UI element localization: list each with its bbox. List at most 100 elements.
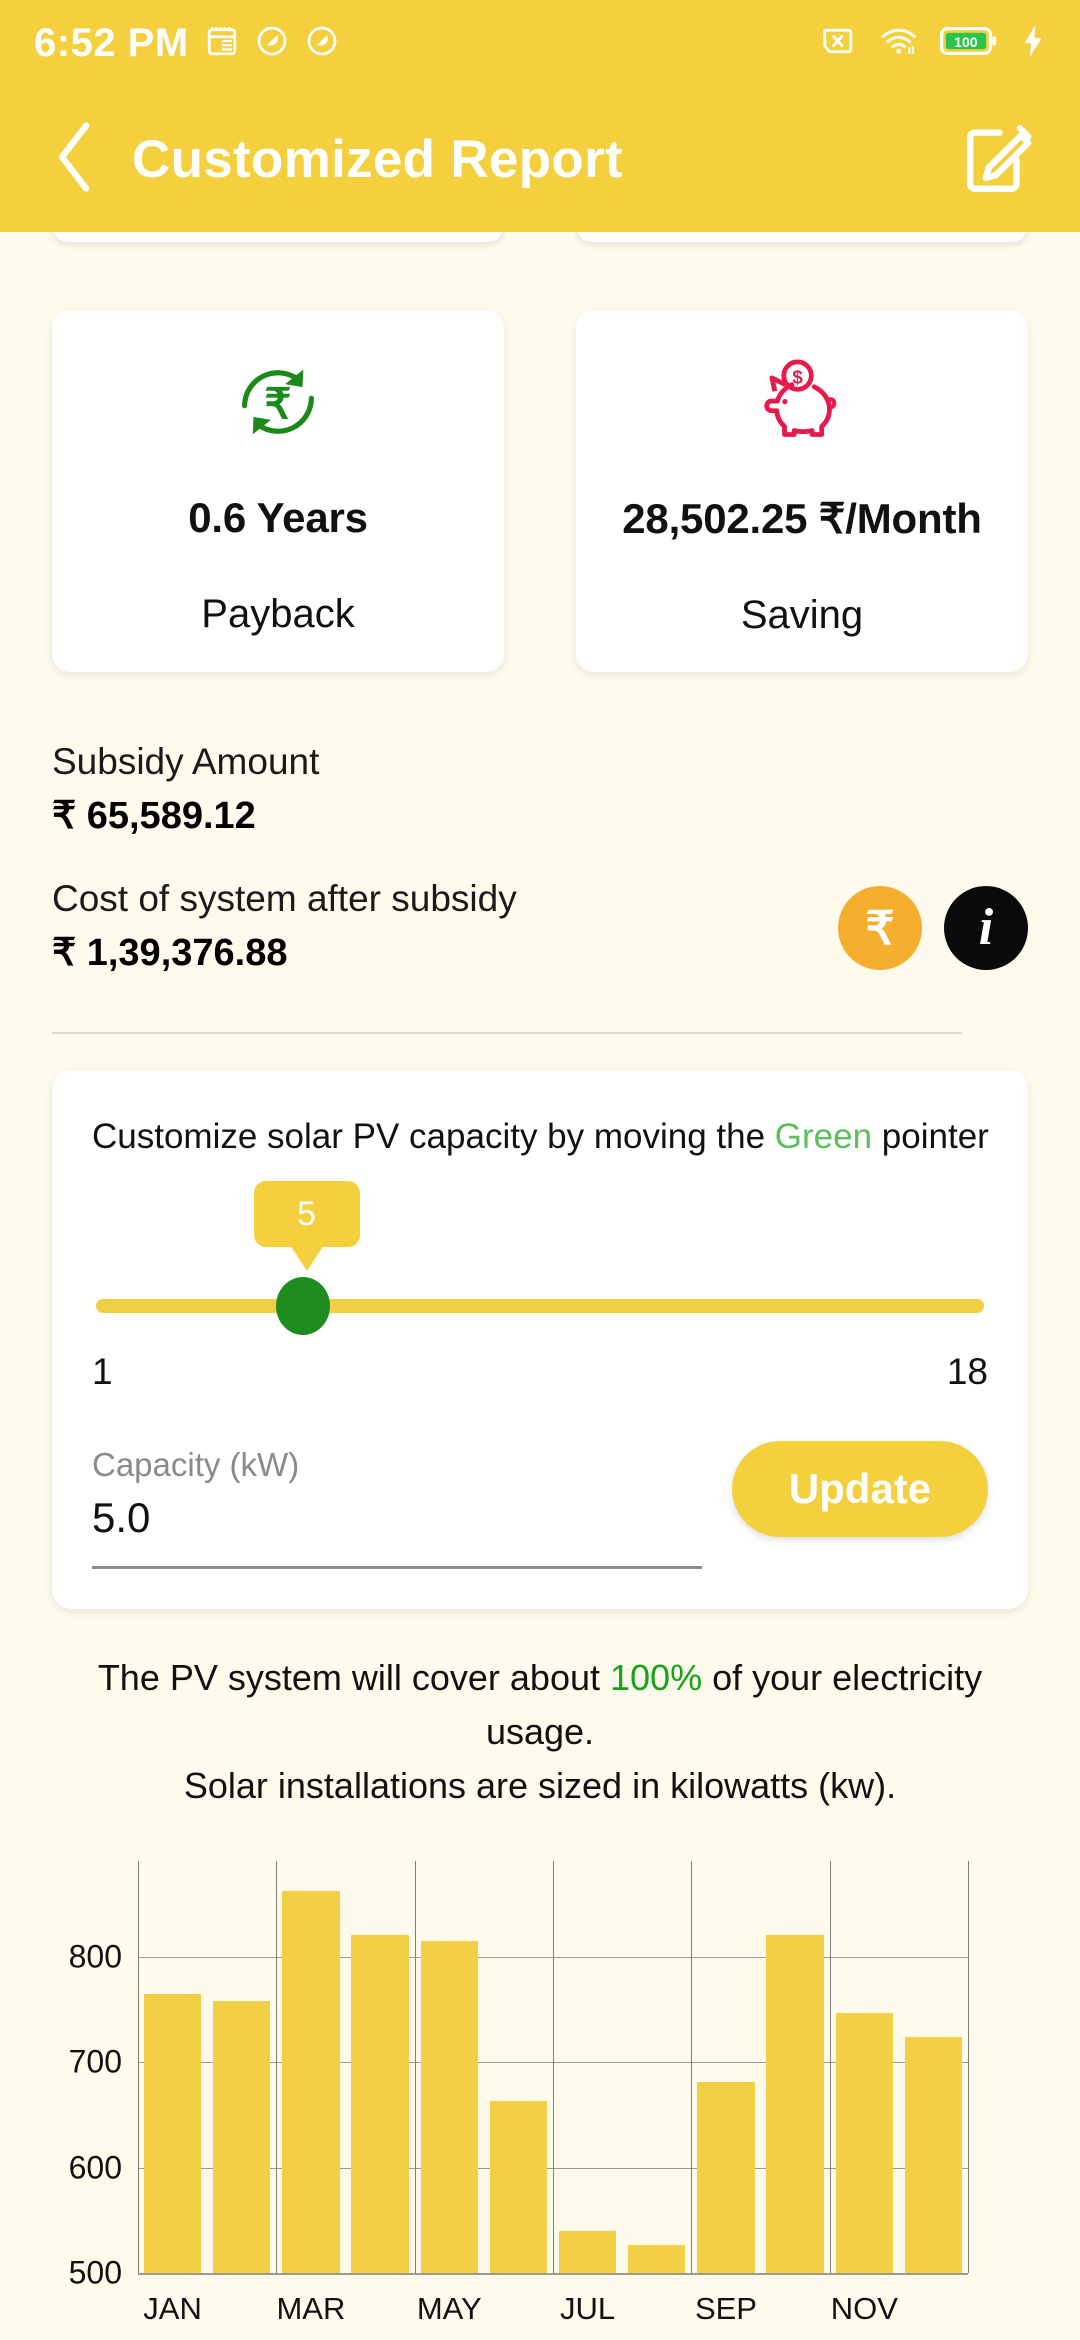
chart-bar-slot <box>138 1993 207 2274</box>
chart-y-tick-label: 800 <box>68 1938 122 1975</box>
app-bar: Customized Report <box>0 86 1080 232</box>
chart-bar <box>628 2244 686 2274</box>
chart-vertical-gridline <box>968 1861 969 2274</box>
section-divider <box>52 1031 962 1034</box>
subsidy-section: Subsidy Amount ₹ 65,589.12 Cost of syste… <box>0 672 1080 978</box>
subsidy-actions: ₹ i <box>838 885 1028 970</box>
slider-range-labels: 1 18 <box>92 1351 988 1393</box>
currency-refresh-icon: ₹ <box>226 348 330 456</box>
svg-text:100: 100 <box>954 33 978 49</box>
capacity-row: Capacity (kW) 5.0 Update <box>92 1441 988 1570</box>
capacity-slider[interactable]: 5 <box>92 1181 988 1357</box>
chart-x-tick-label: JUL <box>560 2291 616 2327</box>
chart-plot-area: 500 600 700 800 <box>69 1861 969 2291</box>
monthly-usage-chart: 500 600 700 800 JAN MAR MAY JUL SEP NOV <box>0 1861 1080 2331</box>
chart-x-tick-label <box>484 2273 553 2327</box>
summary-cards: ₹ 0.6 Years Payback $ 28,502.25 ₹/Month … <box>0 232 1080 672</box>
slider-hint: Customize solar PV capacity by moving th… <box>92 1114 989 1160</box>
do-not-disturb-icon <box>255 24 289 63</box>
subsidy-amount-value: ₹ 65,589.12 <box>52 794 256 837</box>
chart-x-tick-label: NOV <box>830 2291 898 2327</box>
chart-x-tick-label: JAN <box>143 2291 202 2327</box>
svg-text:₹: ₹ <box>264 381 291 429</box>
chart-bar-slot <box>691 2082 760 2274</box>
saving-value: 28,502.25 ₹/Month <box>622 495 982 542</box>
chart-x-tick-label <box>622 2273 691 2327</box>
status-bar-right: 100 <box>822 24 1046 63</box>
chart-bars <box>138 1861 968 2274</box>
coverage-line-1: The PV system will cover about 100% of y… <box>44 1651 1036 1759</box>
chart-x-tick-label <box>207 2273 276 2327</box>
coverage-percent: 100% <box>610 1657 703 1699</box>
payback-value: 0.6 Years <box>188 494 368 541</box>
slider-hint-prefix: Customize solar PV capacity by moving th… <box>92 1116 775 1156</box>
charging-bolt-icon <box>1020 24 1046 63</box>
slider-hint-highlight: Green <box>774 1116 873 1156</box>
status-bar-left: 6:52 PM <box>34 21 339 66</box>
subsidy-amount-label: Subsidy Amount <box>52 741 320 782</box>
chart-x-axis: JAN MAR MAY JUL SEP NOV <box>138 2273 968 2327</box>
chart-bar <box>766 1935 824 2274</box>
capacity-input[interactable]: Capacity (kW) 5.0 <box>92 1446 702 1570</box>
chart-bar-slot <box>415 1940 484 2274</box>
chart-bar-slot <box>761 1935 830 2274</box>
coverage-note: The PV system will cover about 100% of y… <box>0 1651 1080 1813</box>
battery-icon: 100 <box>940 25 998 62</box>
edit-report-button[interactable] <box>954 116 1040 202</box>
status-bar: 6:52 PM 100 <box>0 0 1080 86</box>
chart-bar-slot <box>553 2231 622 2274</box>
saving-label: Saving <box>740 593 864 637</box>
saving-card[interactable]: $ 28,502.25 ₹/Month Saving <box>576 310 1028 672</box>
chart-bar <box>489 2101 548 2274</box>
chart-x-tick-label: MAR <box>276 2291 346 2327</box>
chart-bar <box>351 1935 409 2274</box>
sim-card-off-icon <box>822 25 858 62</box>
chart-bar-slot <box>207 2000 276 2274</box>
chart-y-tick-label: 700 <box>68 2043 122 2080</box>
capacity-slider-card: Customize solar PV capacity by moving th… <box>52 1069 1028 1610</box>
chart-bar <box>904 2036 963 2274</box>
chart-y-tick-label: 500 <box>68 2254 122 2291</box>
chart-bar <box>697 2082 755 2274</box>
slider-min-label: 1 <box>92 1351 113 1393</box>
slider-hint-suffix: pointer <box>872 1116 989 1156</box>
slider-value-bubble: 5 <box>253 1181 360 1248</box>
chart-bar <box>835 2012 893 2274</box>
edit-pencil-icon <box>958 118 1036 201</box>
info-icon-button[interactable]: i <box>944 885 1028 970</box>
page-title: Customized Report <box>132 129 623 189</box>
chart-x-tick-label: SEP <box>694 2291 757 2327</box>
chart-bar-slot <box>484 2101 553 2274</box>
capacity-input-value: 5.0 <box>92 1494 151 1542</box>
coverage-prefix: The PV system will cover about <box>97 1657 611 1699</box>
payback-label: Payback <box>201 592 355 636</box>
piggy-bank-icon: $ <box>750 348 854 456</box>
chart-bar-slot <box>622 2244 691 2274</box>
slider-thumb[interactable] <box>275 1277 330 1336</box>
capacity-input-label: Capacity (kW) <box>92 1446 300 1484</box>
chart-y-tick-label: 600 <box>68 2149 122 2186</box>
chart-bar-slot <box>899 2036 968 2274</box>
calendar-icon <box>205 24 239 63</box>
wifi-icon <box>880 25 918 62</box>
chart-x-tick-label <box>899 2273 968 2327</box>
chart-x-tick-label: MAY <box>416 2291 482 2327</box>
do-not-disturb-icon <box>305 24 339 63</box>
chart-x-tick-label <box>346 2273 415 2327</box>
chart-bar-slot <box>346 1935 415 2274</box>
chart-bar <box>558 2231 617 2274</box>
rupee-icon-button[interactable]: ₹ <box>838 885 922 970</box>
payback-card[interactable]: ₹ 0.6 Years Payback <box>52 310 504 672</box>
chart-bar-slot <box>830 2012 899 2274</box>
coverage-line-2: Solar installations are sized in kilowat… <box>183 1765 897 1807</box>
chart-x-tick-label <box>761 2273 830 2327</box>
chart-bar <box>143 1993 202 2274</box>
update-button[interactable]: Update <box>732 1441 988 1538</box>
back-button[interactable] <box>40 119 110 199</box>
chart-bar <box>420 1940 478 2274</box>
chart-bar <box>282 1891 340 2274</box>
report-content: ₹ 0.6 Years Payback $ 28,502.25 ₹/Month … <box>0 232 1080 2331</box>
chart-bar <box>213 2000 271 2274</box>
slider-track[interactable] <box>96 1299 984 1314</box>
status-clock: 6:52 PM <box>34 20 189 65</box>
